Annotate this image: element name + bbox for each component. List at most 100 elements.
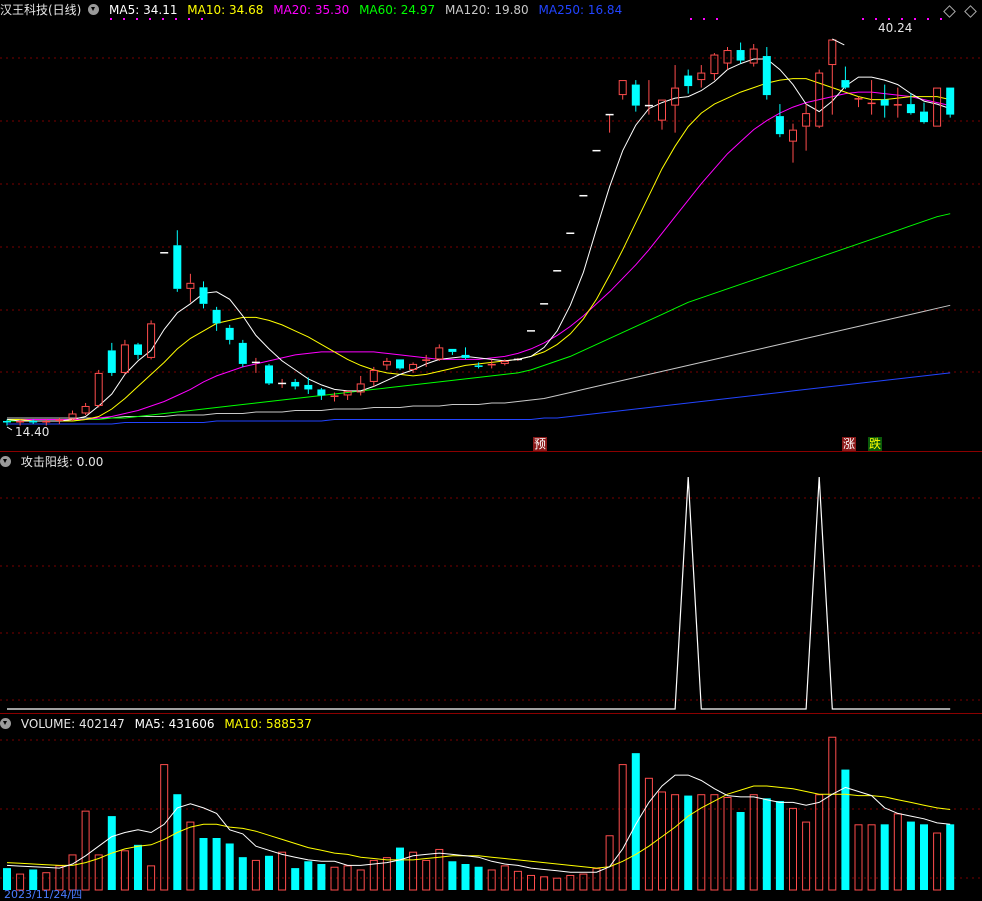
volume-bar: [160, 764, 169, 891]
volume-bar: [448, 861, 457, 890]
volume-bar: [540, 876, 549, 891]
volume-bar: [3, 868, 11, 890]
band-dot: [110, 18, 112, 20]
band-dot: [175, 18, 177, 20]
volume-bar: [134, 844, 142, 890]
volume-pane[interactable]: VOLUME: 402147 MA5: 431606 MA10: 588537: [0, 714, 982, 899]
volume-bar: [317, 864, 326, 890]
volume-bar: [199, 838, 208, 890]
band-dot: [703, 18, 705, 20]
candle-body: [749, 48, 758, 64]
candle-body: [120, 344, 129, 373]
volume-bar: [579, 873, 588, 891]
candle-body: [435, 347, 444, 360]
volume-bar: [618, 764, 627, 891]
volume-bar: [238, 857, 247, 890]
band-dot: [862, 18, 864, 20]
volume-bar: [94, 854, 103, 891]
volume-bar: [723, 796, 732, 891]
volume-bar: [212, 838, 221, 890]
band-dot: [927, 18, 929, 20]
candle-body: [225, 327, 234, 340]
candle-body: [173, 245, 182, 289]
volume-bar: [251, 859, 260, 891]
volume-bar: [487, 869, 496, 891]
candle-body: [920, 111, 928, 123]
volume-bar: [68, 854, 77, 891]
volume-bar: [186, 821, 195, 891]
volume-bar: [304, 861, 313, 890]
volume-bar: [920, 824, 928, 890]
volume-ma10-line: [6, 785, 951, 869]
volume-bar: [775, 801, 784, 890]
volume-bar: [867, 824, 876, 891]
candle-body: [684, 75, 693, 87]
candle-body: [396, 359, 404, 369]
candle-body: [736, 50, 745, 61]
candle-body: [697, 72, 706, 81]
volume-bar: [631, 753, 640, 890]
candle-body: [946, 87, 955, 115]
candle-body: [212, 309, 221, 324]
indicator-pane[interactable]: 攻击阳线: 0.00: [0, 452, 982, 713]
band-dot: [123, 18, 125, 20]
candle-body: [461, 354, 470, 358]
candle-body: [474, 365, 483, 367]
volume-bar: [369, 859, 378, 891]
volume-bar: [762, 798, 771, 890]
volume-chart: [0, 736, 982, 891]
ma120-line: [7, 304, 951, 419]
band-dot: [940, 18, 942, 20]
volume-bar: [396, 847, 404, 890]
candle-body: [775, 116, 784, 135]
candle-body: [317, 389, 326, 396]
candle-body: [3, 420, 11, 423]
signal-yu-badge: 预: [533, 437, 548, 451]
candle-body: [42, 420, 51, 423]
band-dot: [690, 18, 692, 20]
candle-body: [854, 98, 863, 100]
indicator-chart: [0, 476, 982, 710]
volume-bar: [946, 824, 955, 890]
candle-body: [186, 282, 195, 289]
volume-bar: [906, 821, 915, 890]
band-dot: [716, 18, 718, 20]
candle-body: [107, 350, 116, 373]
low-price-label: 14.40: [15, 425, 50, 439]
ma10-line: [7, 78, 951, 422]
band-dot: [914, 18, 916, 20]
volume-bar: [343, 865, 352, 891]
volume-bar: [265, 855, 273, 890]
candle-body: [304, 384, 313, 390]
volume-bar: [553, 877, 562, 891]
candle-body: [500, 360, 509, 364]
candle-body: [789, 129, 797, 142]
candle-body: [631, 84, 640, 106]
candle-body: [933, 87, 942, 127]
candlestick-chart: [0, 18, 982, 431]
ma20-line: [7, 91, 951, 420]
candle-body: [671, 87, 680, 106]
volume-bar: [330, 866, 339, 891]
band-dot: [888, 18, 890, 20]
signal-die-badge: 跌: [868, 437, 883, 451]
candle-body: [618, 80, 627, 96]
high-price-label: 40.24: [878, 21, 913, 35]
candle-body: [906, 104, 915, 114]
volume-ma5-line: [6, 774, 951, 873]
low-marker: [6, 426, 13, 431]
volume-bar: [225, 843, 234, 890]
volume-bar: [409, 851, 418, 891]
band-dot: [162, 18, 164, 20]
candle-body: [291, 381, 300, 387]
candle-body: [487, 363, 496, 366]
candle-body: [94, 372, 103, 406]
candle-body: [330, 395, 339, 397]
volume-bar: [736, 812, 745, 890]
volume-bar: [893, 813, 902, 891]
volume-bar: [291, 868, 300, 890]
volume-bar: [278, 851, 287, 891]
candle-body: [880, 99, 889, 106]
main-chart-pane[interactable]: 汉王科技(日线) MA5: 34.11 MA10: 34.68 MA20: 35…: [0, 0, 982, 451]
ma60-line: [7, 213, 951, 422]
